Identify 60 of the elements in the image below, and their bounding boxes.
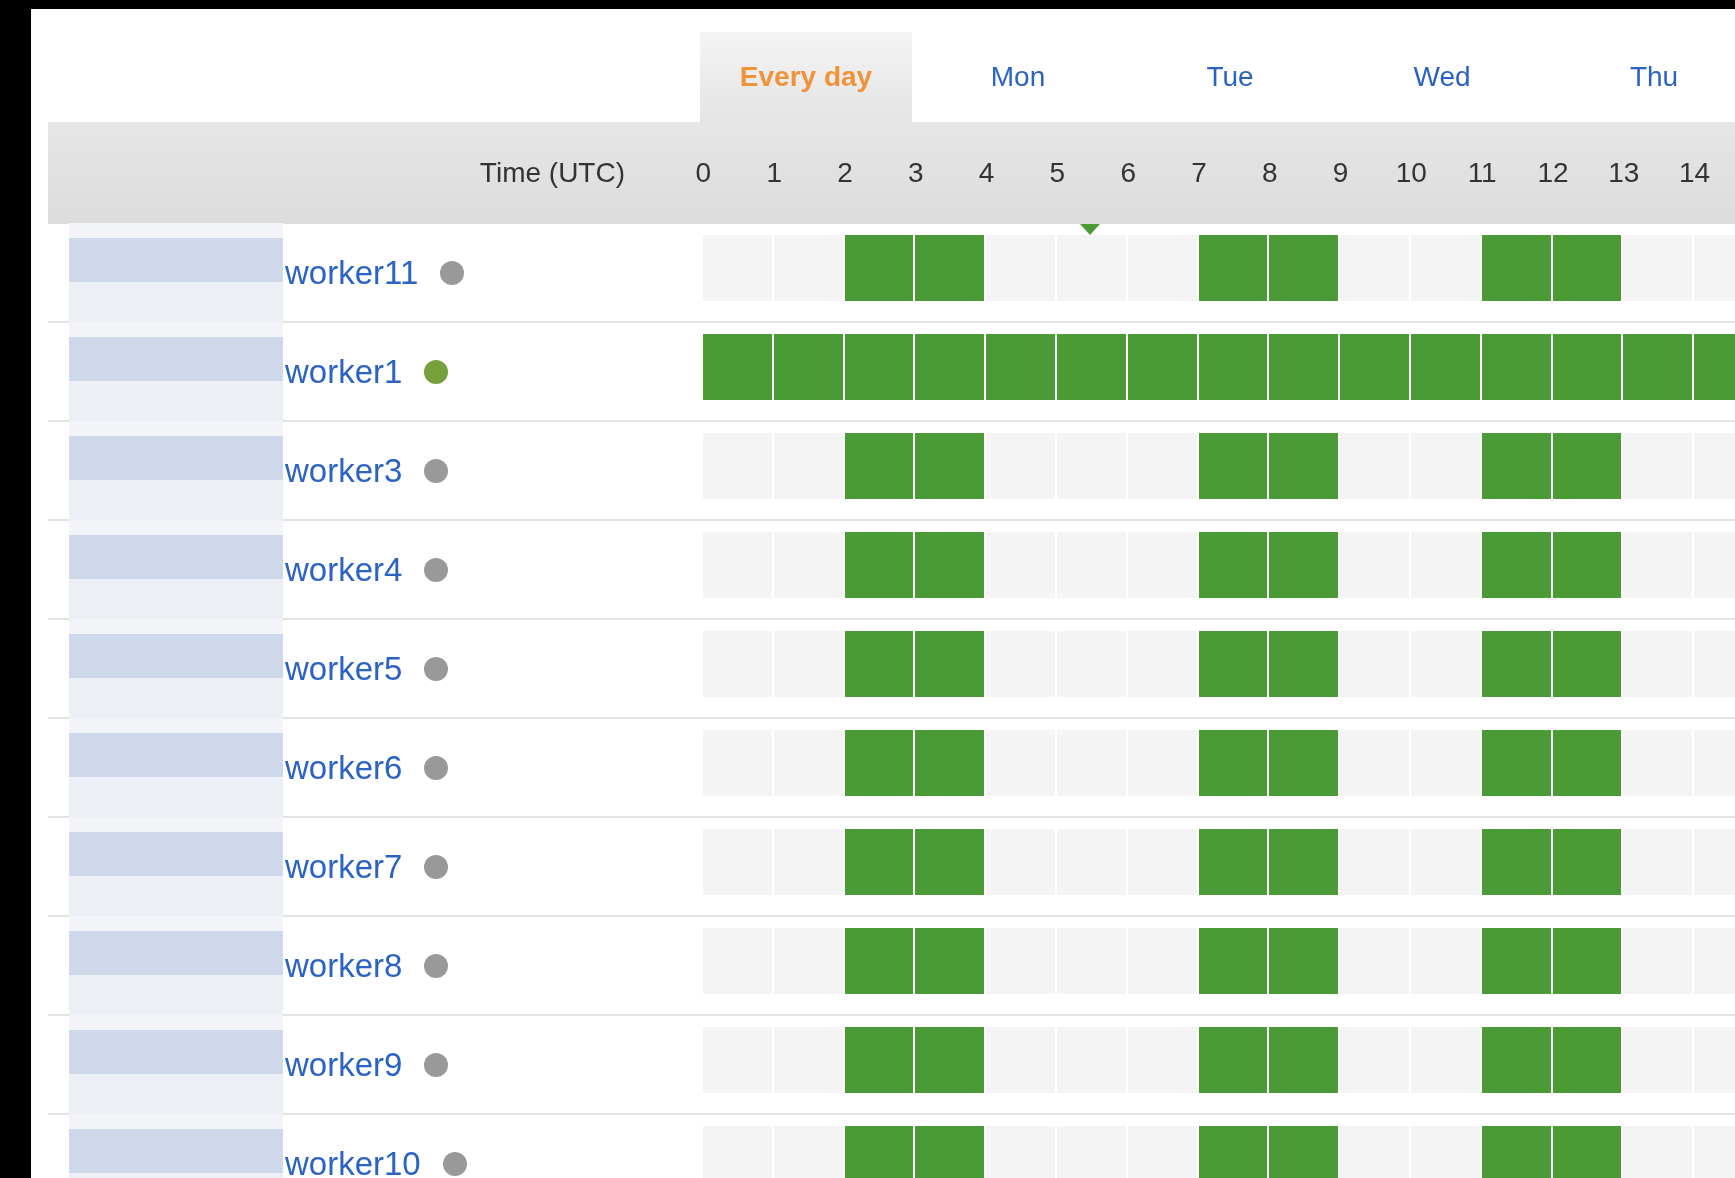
worker-link[interactable]: worker8 <box>285 946 403 985</box>
day-tab[interactable]: Mon <box>912 32 1124 122</box>
worker-link[interactable]: worker10 <box>285 1144 421 1178</box>
schedule-slot[interactable] <box>1552 730 1622 796</box>
hour-label: 14 <box>1677 157 1712 189</box>
schedule-slot[interactable] <box>1552 532 1622 598</box>
schedule-slot[interactable] <box>844 532 914 598</box>
schedule-slot[interactable] <box>844 829 914 895</box>
schedule-slot[interactable] <box>844 433 914 499</box>
day-tab[interactable]: Thu <box>1548 32 1735 122</box>
worker-link[interactable]: worker5 <box>285 649 403 688</box>
hour-label: 1 <box>765 157 783 189</box>
schedule-slot[interactable] <box>1198 235 1268 301</box>
schedule-slot[interactable] <box>844 334 914 400</box>
hour-label: 0 <box>694 157 713 189</box>
hour-label: 13 <box>1607 157 1641 189</box>
worker-link[interactable]: worker7 <box>285 847 403 886</box>
hour-label: 11 <box>1466 157 1498 189</box>
schedule-slot[interactable] <box>1552 631 1622 697</box>
hour-label: 6 <box>1119 157 1137 189</box>
hour-label: 3 <box>907 157 925 189</box>
hour-label: 4 <box>977 157 996 189</box>
hour-label: 2 <box>836 157 854 189</box>
schedule-slot[interactable] <box>844 1126 914 1178</box>
time-axis-label: Time (UTC) <box>479 157 625 189</box>
worker-link[interactable]: worker11 <box>285 253 419 292</box>
schedule-slot[interactable] <box>1198 433 1268 499</box>
worker-link[interactable]: worker9 <box>285 1045 403 1084</box>
hour-label: 9 <box>1331 157 1350 189</box>
schedule-slot[interactable] <box>1198 829 1268 895</box>
schedule-slot[interactable] <box>1552 829 1622 895</box>
day-tab[interactable]: Wed <box>1336 32 1548 122</box>
worker-link[interactable]: worker4 <box>285 550 403 589</box>
schedule-slot[interactable] <box>844 730 914 796</box>
worker-link[interactable]: worker1 <box>285 352 403 391</box>
schedule-slot[interactable] <box>1552 1027 1622 1093</box>
schedule-slot[interactable] <box>844 928 914 994</box>
schedule-slot[interactable] <box>1198 334 1268 400</box>
schedule-slot[interactable] <box>1198 730 1268 796</box>
schedule-slot[interactable] <box>1552 1126 1622 1178</box>
schedule-slot[interactable] <box>1198 1126 1268 1178</box>
schedule-slot[interactable] <box>1552 235 1622 301</box>
hour-label: 12 <box>1536 157 1570 189</box>
schedule-slot[interactable] <box>1198 532 1268 598</box>
hour-label: 5 <box>1048 157 1067 189</box>
schedule-slot[interactable] <box>1552 334 1622 400</box>
schedule-slot[interactable] <box>1198 1027 1268 1093</box>
worker-link[interactable]: worker6 <box>285 748 403 787</box>
schedule-slot[interactable] <box>844 235 914 301</box>
hour-label: 10 <box>1394 157 1428 189</box>
hour-label: 8 <box>1261 157 1279 189</box>
schedule-slot[interactable] <box>1552 433 1622 499</box>
day-tab[interactable]: Tue <box>1124 32 1336 122</box>
worker-link[interactable]: worker3 <box>285 451 403 490</box>
schedule-slot[interactable] <box>1198 631 1268 697</box>
schedule-slot[interactable] <box>844 631 914 697</box>
schedule-slot[interactable] <box>1552 928 1622 994</box>
hour-label: 7 <box>1190 157 1208 189</box>
schedule-slot[interactable] <box>844 1027 914 1093</box>
schedule-slot[interactable] <box>1198 928 1268 994</box>
